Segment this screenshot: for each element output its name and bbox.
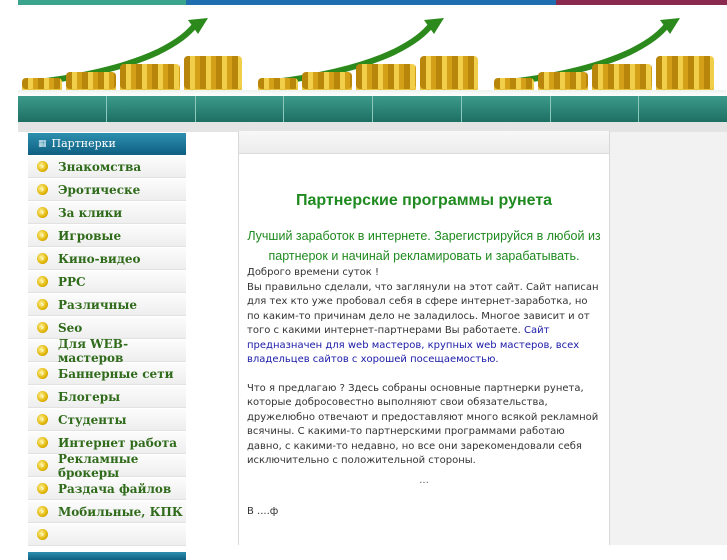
sidebar-item-label: Различные: [58, 297, 138, 312]
menu-cell[interactable]: [462, 96, 551, 122]
sidebar-item-dating[interactable]: › Знакомства: [28, 155, 186, 178]
sidebar-item-label: Для WEB-мастеров: [58, 336, 129, 365]
arrow-bullet-icon: ›: [37, 391, 48, 402]
sidebar-item-various[interactable]: › Различные: [28, 293, 186, 316]
arrow-bullet-icon: ›: [37, 368, 48, 379]
sidebar-item-label: PPC: [58, 274, 86, 289]
arrow-bullet-icon: ›: [37, 345, 48, 356]
sidebar-item-erotic[interactable]: › Эротическе: [28, 178, 186, 201]
arrow-bullet-icon: ›: [37, 299, 48, 310]
trailing-text: В ....ф: [247, 505, 279, 517]
coins-growth-image: [18, 14, 254, 96]
main-content: Партнерские программы рунета Лучший зара…: [238, 131, 610, 545]
sidebar-item-label: Баннерные сети: [58, 366, 174, 381]
sidebar-title: Партнерки: [51, 137, 116, 150]
arrow-bullet-icon: ›: [37, 184, 48, 195]
sidebar-item-label: Мобильные, КПК: [58, 504, 183, 519]
sidebar-item-label: Игровые: [58, 228, 122, 243]
intro-paragraph: Доброго времени суток ! Вы правильно сде…: [239, 266, 609, 368]
arrow-bullet-icon: ›: [37, 230, 48, 241]
arrow-bullet-icon: ›: [37, 506, 48, 517]
sidebar-item-ad-brokers[interactable]: › Рекламные брокеры: [28, 451, 186, 480]
sidebar-item-empty[interactable]: ›: [28, 523, 186, 546]
sidebar-item-label: За клики: [58, 205, 123, 220]
sidebar-item-clicks[interactable]: › За клики: [28, 201, 186, 224]
grid-icon: ▦: [38, 139, 47, 149]
header-banner: [18, 14, 727, 96]
sidebar-item-label: Рекламные брокеры: [58, 451, 139, 480]
arrow-bullet-icon: ›: [37, 460, 48, 471]
content-top-bar: [239, 131, 609, 154]
coins-growth-image: [254, 14, 490, 96]
arrow-bullet-icon: ›: [37, 253, 48, 264]
greeting-text: Доброго времени суток !: [247, 267, 380, 278]
sidebar-item-bloggers[interactable]: › Блогеры: [28, 385, 186, 408]
sidebar-header: ▦ Партнерки: [28, 133, 186, 155]
top-color-bar: [18, 0, 727, 5]
sidebar-item-label: Кино-видео: [58, 251, 141, 266]
sidebar-item-ppc[interactable]: › PPC: [28, 270, 186, 293]
arrow-bullet-icon: ›: [37, 322, 48, 333]
sidebar-item-label: Раздача файлов: [58, 481, 172, 496]
right-column: [610, 132, 727, 545]
menu-cell[interactable]: [373, 96, 462, 122]
offer-paragraph: Что я предлагаю ? Здесь собраны основные…: [247, 382, 599, 467]
arrow-bullet-icon: ›: [37, 437, 48, 448]
sidebar-item-label: Знакомства: [58, 159, 142, 174]
sidebar-item-games[interactable]: › Игровые: [28, 224, 186, 247]
ellipsis-text: ...: [419, 474, 429, 486]
menu-cell[interactable]: [284, 96, 373, 122]
sidebar-item-label: Интернет работа: [58, 435, 177, 450]
arrow-bullet-icon: ›: [37, 414, 48, 425]
sidebar-item-students[interactable]: › Студенты: [28, 408, 186, 431]
sidebar: ▦ Партнерки › Знакомства › Эротическе › За …: [28, 133, 186, 560]
sidebar-item-banner-networks[interactable]: › Баннерные сети: [28, 362, 186, 385]
arrow-bullet-icon: ›: [37, 207, 48, 218]
sidebar-item-mobile[interactable]: › Мобильные, КПК: [28, 500, 186, 523]
menu-cell[interactable]: [551, 96, 640, 122]
sidebar-item-file-sharing[interactable]: › Раздача файлов: [28, 477, 186, 500]
menu-cell[interactable]: [639, 96, 727, 122]
arrow-bullet-icon: ›: [37, 161, 48, 172]
arrow-bullet-icon: ›: [37, 483, 48, 494]
sidebar-bottom-header: [28, 552, 186, 560]
sidebar-item-webmasters[interactable]: › Для WEB-мастеров: [28, 336, 186, 365]
menu-cell[interactable]: [107, 96, 196, 122]
menu-cell[interactable]: [18, 96, 107, 122]
sidebar-item-label: Блогеры: [58, 389, 121, 404]
lead-text: Лучший заработок в интернете. Зарегистри…: [247, 229, 601, 263]
top-menu-bar: [18, 96, 727, 122]
sidebar-item-video[interactable]: › Кино-видео: [28, 247, 186, 270]
arrow-bullet-icon: ›: [37, 529, 48, 540]
page-title: Партнерские программы рунета: [295, 192, 553, 209]
sidebar-item-label: Студенты: [58, 412, 127, 427]
sidebar-item-label: Seo: [58, 320, 83, 335]
coins-growth-image: [490, 14, 726, 96]
arrow-bullet-icon: ›: [37, 276, 48, 287]
sidebar-item-label: Эротическе: [58, 182, 141, 197]
menu-cell[interactable]: [196, 96, 285, 122]
